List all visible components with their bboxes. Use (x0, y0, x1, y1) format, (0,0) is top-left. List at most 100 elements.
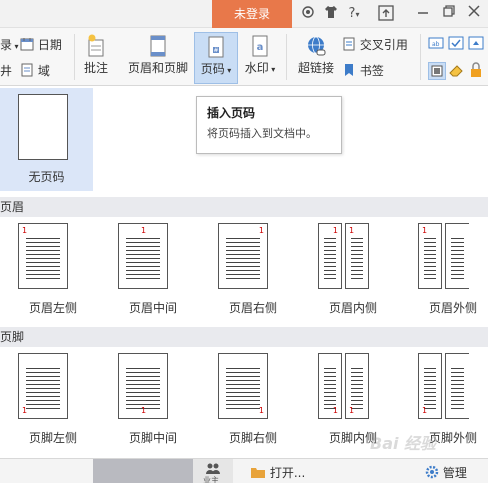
manage-button[interactable]: 管理 (425, 464, 467, 481)
help-icon[interactable]: ?▾ (343, 5, 365, 23)
field-label: 域 (37, 64, 50, 78)
cross-reference-button[interactable]: 交叉引用 (342, 36, 408, 54)
footer-item-left[interactable]: 1 页脚左侧 (18, 353, 88, 458)
header-item-right[interactable]: 1 页眉右侧 (218, 223, 288, 328)
text-line (324, 266, 336, 267)
header-footer-button[interactable]: 页眉和页脚 (125, 34, 191, 84)
text-line (324, 400, 336, 401)
comment-button[interactable]: 批注 (79, 34, 113, 84)
form-field-icon[interactable]: ab (428, 36, 444, 53)
folder-icon (251, 468, 265, 478)
field-icon (21, 63, 33, 77)
text-line (424, 274, 436, 275)
text-line (424, 392, 436, 393)
gallery-item-no-page-number[interactable]: 无页码 (0, 88, 93, 191)
header-item-center[interactable]: 1 页眉中间 (118, 223, 188, 328)
text-line (451, 396, 464, 397)
page-thumbnail: 1 (418, 223, 442, 289)
text-line (324, 404, 336, 405)
footer-item-label: 页脚右侧 (228, 431, 277, 445)
footer-item-center[interactable]: 1 页脚中间 (118, 353, 188, 458)
page-number-tooltip: 插入页码 将页码插入到文档中。 (196, 96, 342, 154)
text-line (226, 392, 260, 393)
page-thumbnail: 1 (118, 353, 168, 419)
text-line (451, 404, 464, 405)
text-line (424, 250, 436, 251)
login-button[interactable]: 未登录 (212, 0, 292, 28)
text-line (226, 380, 260, 381)
text-line (424, 372, 436, 373)
text-line (126, 274, 160, 275)
dropdown-field-icon[interactable] (468, 36, 484, 53)
text-line (424, 368, 436, 369)
header-item-inside[interactable]: 1 1 页眉内侧 (318, 223, 388, 328)
text-line (324, 388, 336, 389)
tshirt-icon[interactable] (322, 5, 340, 23)
design-mode-icon[interactable] (428, 62, 446, 80)
users-label: 业主 (203, 476, 219, 483)
text-line (324, 396, 336, 397)
text-line (126, 392, 160, 393)
text-line (351, 388, 363, 389)
text-line (451, 388, 464, 389)
text-line (324, 250, 336, 251)
text-line (324, 246, 336, 247)
text-line (424, 380, 436, 381)
page-number-button[interactable]: # 页码 ▾ (194, 32, 238, 84)
eraser-icon[interactable] (448, 62, 464, 81)
upload-icon[interactable] (376, 5, 396, 23)
text-line (226, 384, 260, 385)
lock-icon[interactable] (468, 62, 484, 81)
text-line (126, 380, 160, 381)
text-line (451, 274, 464, 275)
text-line (451, 384, 464, 385)
header-item-outside[interactable]: 1 页眉外侧 (418, 223, 488, 328)
header-item-left[interactable]: 1 页眉左侧 (18, 223, 88, 328)
text-line (351, 404, 363, 405)
page-number-marker: 1 (141, 406, 147, 415)
checkbox-icon[interactable] (448, 36, 464, 53)
taskbar-user-slot[interactable]: 业主 (193, 459, 233, 483)
partial-button-top[interactable]: 录 ▾ (0, 36, 19, 54)
page-thumbnail: 1 (345, 353, 369, 419)
text-line (324, 274, 336, 275)
open-button[interactable]: 打开... (250, 464, 305, 481)
close-icon[interactable] (466, 5, 482, 23)
text-line (424, 404, 436, 405)
watermark-button[interactable]: a 水印 ▾ (240, 34, 280, 84)
skin-icon[interactable] (299, 5, 317, 23)
minimize-icon[interactable] (415, 5, 431, 23)
text-line (424, 246, 436, 247)
hyperlink-button[interactable]: 超链接 (296, 34, 336, 84)
page-number-label-text: 页码 (200, 62, 225, 76)
bookmark-button[interactable]: 书签 (342, 62, 384, 80)
field-button[interactable]: 域 (20, 62, 50, 80)
text-line (351, 396, 363, 397)
header-section-title: 页眉 (0, 197, 488, 217)
footer-item-right[interactable]: 1 页脚右侧 (218, 353, 288, 458)
page-thumbnail: 1 (318, 353, 342, 419)
text-line (424, 266, 436, 267)
restore-icon[interactable] (441, 5, 457, 23)
text-line (226, 404, 260, 405)
page-thumbnail: 1 (218, 353, 268, 419)
text-line (26, 400, 60, 401)
ribbon-separator (420, 34, 421, 80)
text-line (126, 404, 160, 405)
comment-label: 批注 (83, 61, 108, 75)
text-line (26, 266, 60, 267)
cross-reference-icon (343, 37, 355, 51)
comment-icon (88, 34, 104, 57)
text-line (451, 392, 464, 393)
page-thumbnail: 1 (345, 223, 369, 289)
date-button[interactable]: 日期 (20, 36, 62, 54)
svg-text:ab: ab (432, 41, 440, 48)
hyperlink-label: 超链接 (297, 61, 334, 75)
text-line (226, 270, 260, 271)
text-line (351, 278, 363, 279)
partial-button-bottom[interactable]: 井 (0, 62, 12, 80)
no-page-number-label: 无页码 (28, 170, 65, 184)
text-line (451, 238, 464, 239)
text-line (424, 278, 436, 279)
text-line (451, 258, 464, 259)
